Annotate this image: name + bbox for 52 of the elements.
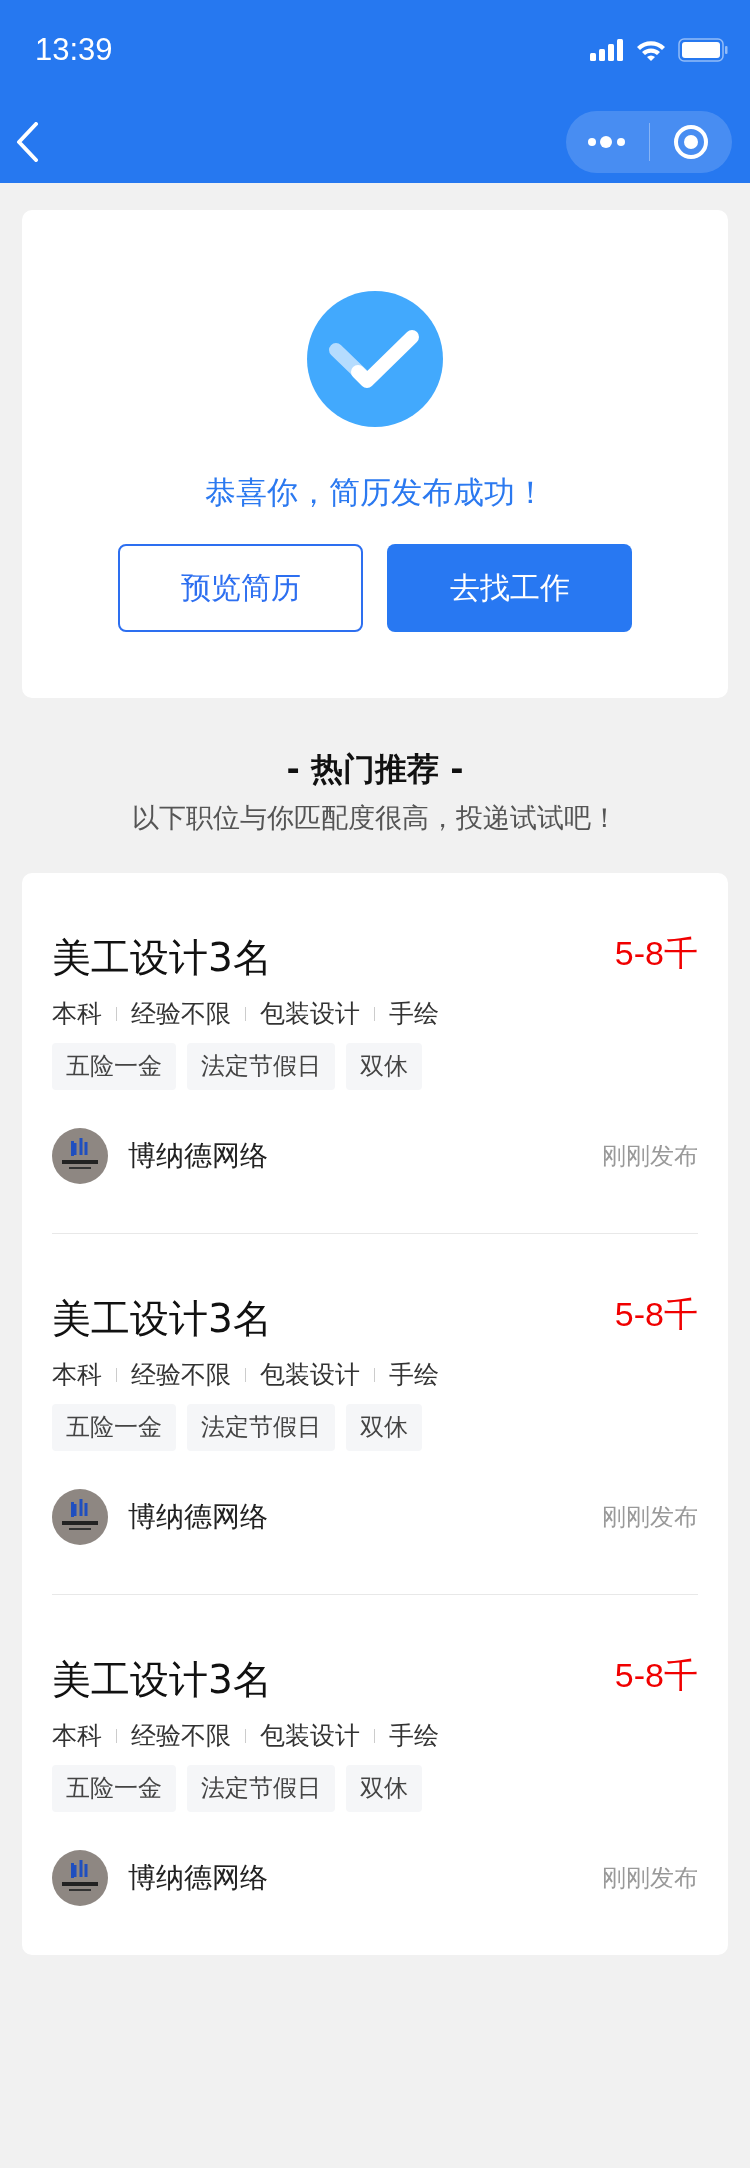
job-requirement: 经验不限	[131, 1720, 231, 1752]
benefit-tag: 双休	[346, 1765, 422, 1812]
job-salary: 5-8千	[614, 1294, 698, 1335]
job-title: 美工设计3名	[52, 934, 272, 982]
more-dots-icon	[587, 134, 628, 149]
benefit-tag: 法定节假日	[187, 1043, 335, 1090]
back-button[interactable]	[16, 121, 40, 162]
job-requirement: 包装设计	[260, 1720, 360, 1752]
status-time: 13:39	[35, 32, 113, 68]
job-requirement: 经验不限	[131, 1359, 231, 1391]
job-requirement: 本科	[52, 1720, 102, 1752]
benefit-tag: 五险一金	[52, 1043, 176, 1090]
wifi-icon	[636, 39, 666, 61]
section-title: - 热门推荐 -	[286, 749, 464, 790]
company-logo-icon	[52, 1489, 108, 1545]
success-message: 恭喜你，简历发布成功！	[204, 473, 546, 512]
find-job-button[interactable]: 去找工作	[387, 544, 632, 632]
post-time: 刚刚发布	[602, 1863, 698, 1894]
target-circle-icon	[672, 123, 709, 160]
job-requirement: 手绘	[389, 998, 439, 1030]
benefit-tag: 法定节假日	[187, 1404, 335, 1451]
job-item[interactable]: 美工设计3名 5-8千 本科 经验不限 包装设计 手绘 五险一金 法定节假日 双休 博纳德网络 刚刚发布	[52, 873, 698, 1234]
job-item[interactable]: 美工设计3名 5-8千 本科 经验不限 包装设计 手绘 五险一金 法定节假日 双休 博纳德网络 刚刚发布	[52, 1234, 698, 1595]
success-check-icon	[306, 290, 444, 428]
job-salary: 5-8千	[614, 1655, 698, 1696]
job-requirement: 经验不限	[131, 998, 231, 1030]
battery-icon	[678, 38, 728, 62]
job-salary: 5-8千	[614, 933, 698, 974]
job-title: 美工设计3名	[52, 1295, 272, 1343]
job-requirement: 本科	[52, 1359, 102, 1391]
job-requirement: 手绘	[389, 1720, 439, 1752]
company-name: 博纳德网络	[128, 1860, 269, 1896]
preview-resume-button[interactable]: 预览简历	[118, 544, 363, 632]
benefit-tag: 双休	[346, 1043, 422, 1090]
benefit-tag: 双休	[346, 1404, 422, 1451]
company-logo-icon	[52, 1850, 108, 1906]
signal-icon	[590, 39, 624, 61]
job-title: 美工设计3名	[52, 1656, 272, 1704]
post-time: 刚刚发布	[602, 1141, 698, 1172]
job-requirement: 包装设计	[260, 998, 360, 1030]
job-requirement: 手绘	[389, 1359, 439, 1391]
job-requirement: 包装设计	[260, 1359, 360, 1391]
job-requirement: 本科	[52, 998, 102, 1030]
benefit-tag: 法定节假日	[187, 1765, 335, 1812]
company-logo-icon	[52, 1128, 108, 1184]
post-time: 刚刚发布	[602, 1502, 698, 1533]
company-name: 博纳德网络	[128, 1499, 269, 1535]
company-name: 博纳德网络	[128, 1138, 269, 1174]
job-item[interactable]: 美工设计3名 5-8千 本科 经验不限 包装设计 手绘 五险一金 法定节假日 双休 博纳德网络 刚刚发布	[52, 1595, 698, 1955]
benefit-tag: 五险一金	[52, 1404, 176, 1451]
benefit-tag: 五险一金	[52, 1765, 176, 1812]
section-subtitle: 以下职位与你匹配度很高，投递试试吧！	[132, 801, 618, 835]
